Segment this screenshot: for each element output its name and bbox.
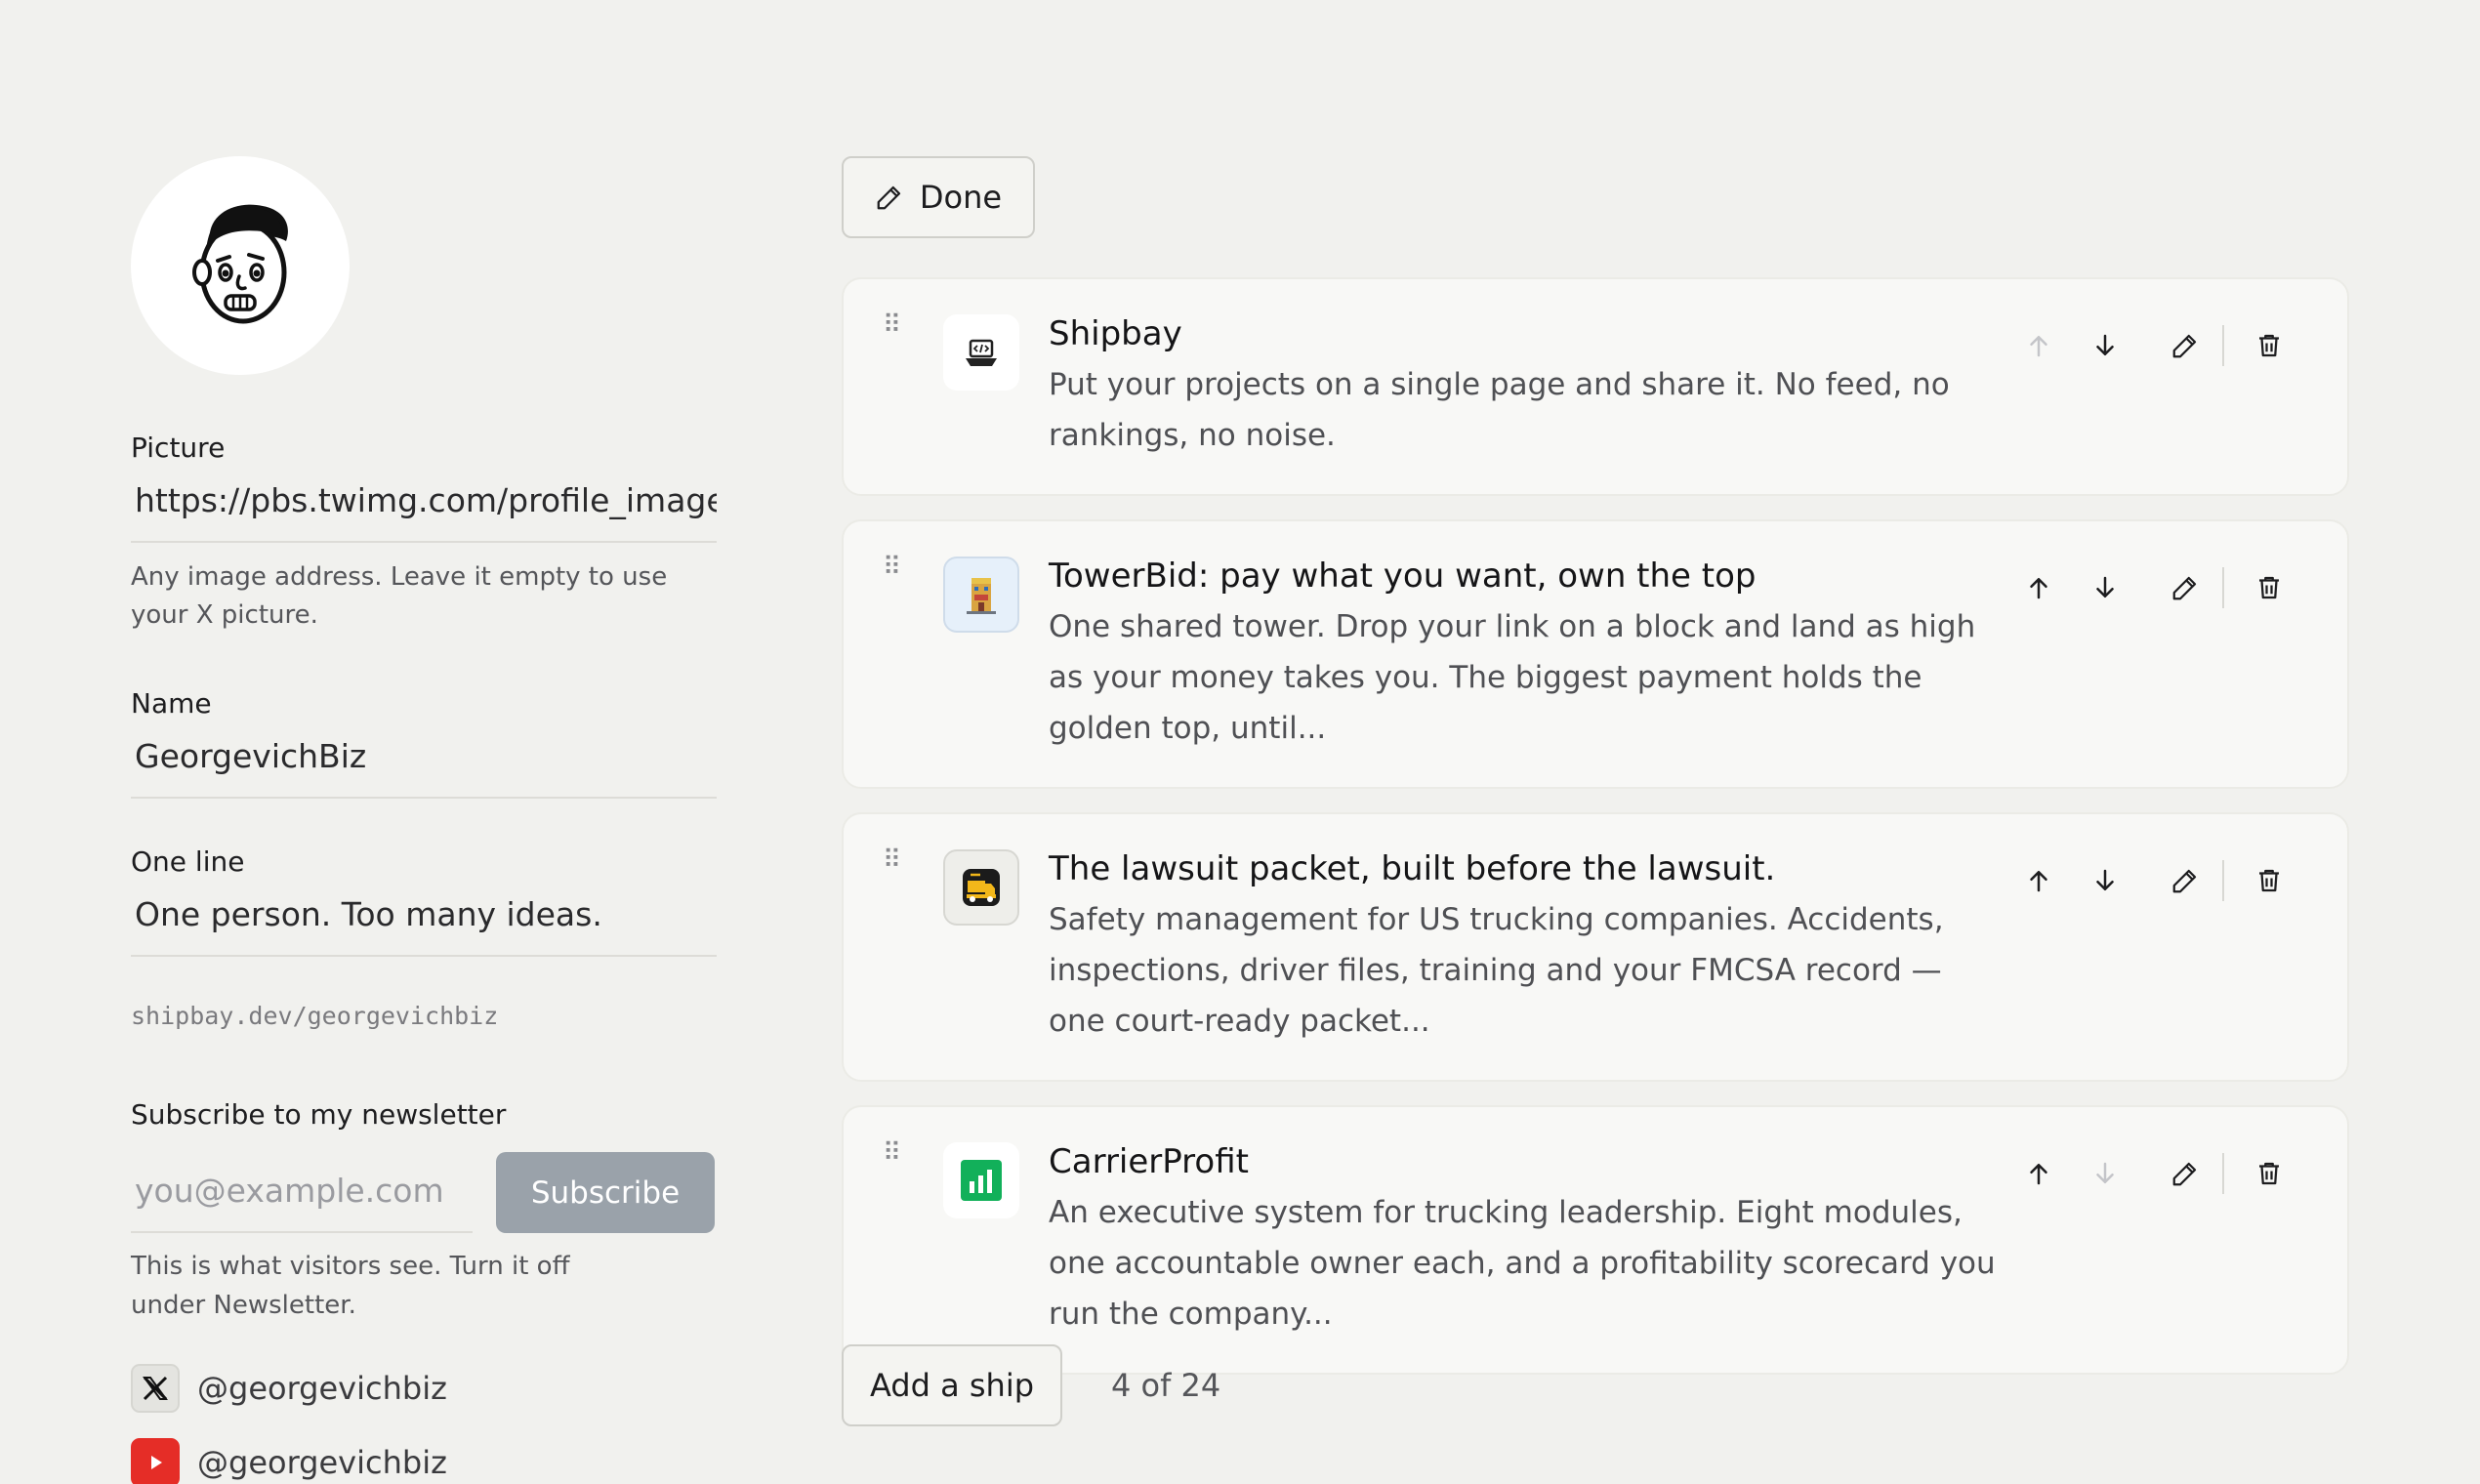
newsletter-hint: This is what visitors see. Turn it off u… <box>131 1252 570 1320</box>
move-down-button[interactable] <box>2072 324 2138 367</box>
arrow-down-icon <box>2096 334 2114 355</box>
ship-card: ⠿ TowerBid: pay what you want, own the t… <box>842 519 2349 789</box>
page-url[interactable]: shipbay.dev/georgevichbiz <box>131 1002 717 1030</box>
delete-button[interactable] <box>2236 1152 2302 1195</box>
ship-code-logo <box>943 314 1019 391</box>
edit-button[interactable] <box>2152 859 2218 902</box>
picture-url-input[interactable]: https://pbs.twimg.com/profile_images/2 <box>131 481 717 543</box>
ship-actions <box>2005 324 2302 367</box>
move-down-button[interactable] <box>2072 566 2138 609</box>
picture-hint: Any image address. Leave it empty to use… <box>131 562 668 630</box>
avatar[interactable] <box>131 156 350 375</box>
divider <box>2222 567 2224 608</box>
divider <box>2222 860 2224 901</box>
drag-handle-icon[interactable]: ⠿ <box>883 847 901 873</box>
move-up-button[interactable] <box>2005 566 2072 609</box>
trash-icon <box>2259 1162 2279 1185</box>
ship-description: An executive system for trucking leaders… <box>1049 1195 1996 1332</box>
arrow-down-icon <box>2096 1162 2114 1183</box>
arrow-down-icon <box>2096 869 2114 890</box>
subscribe-button[interactable]: Subscribe <box>496 1152 715 1233</box>
drag-handle-icon[interactable]: ⠿ <box>883 555 901 580</box>
divider <box>2222 325 2224 366</box>
ship-title: CarrierProfit <box>1049 1142 1249 1181</box>
move-up-button[interactable] <box>2005 324 2072 367</box>
trash-icon <box>2259 334 2279 357</box>
pencil-icon <box>877 186 901 210</box>
ship-title: Shipbay <box>1049 314 1182 353</box>
name-label: Name <box>131 687 212 720</box>
arrow-up-icon <box>2030 871 2047 892</box>
ship-description: Safety management for US trucking compan… <box>1049 902 1944 1039</box>
done-button[interactable]: Done <box>842 156 1035 238</box>
ship-actions <box>2005 566 2302 609</box>
drag-handle-icon[interactable]: ⠿ <box>883 312 901 338</box>
ship-description: One shared tower. Drop your link on a bl… <box>1049 609 1976 746</box>
edit-button[interactable] <box>2152 1152 2218 1195</box>
divider <box>2222 1153 2224 1194</box>
ship-title: TowerBid: pay what you want, own the top <box>1049 556 1757 596</box>
edit-button[interactable] <box>2152 324 2218 367</box>
pencil-icon <box>2172 576 2197 600</box>
delete-button[interactable] <box>2236 859 2302 902</box>
profile-panel: Picture https://pbs.twimg.com/profile_im… <box>131 156 717 1484</box>
newsletter-form: you@example.com Subscribe <box>131 1152 717 1233</box>
name-input[interactable]: GeorgevichBiz <box>131 737 717 799</box>
edit-button[interactable] <box>2152 566 2218 609</box>
one-line-label: One line <box>131 845 245 878</box>
youtube-icon <box>131 1438 180 1484</box>
delete-button[interactable] <box>2236 324 2302 367</box>
one-line-input[interactable]: One person. Too many ideas. <box>131 895 717 957</box>
pencil-icon <box>2172 1162 2197 1186</box>
cartoon-face-icon <box>192 204 288 324</box>
newsletter-title: Subscribe to my newsletter <box>131 1098 507 1131</box>
arrow-down-icon <box>2096 576 2114 598</box>
arrow-up-icon <box>2030 336 2047 357</box>
tower-logo <box>943 556 1019 633</box>
trash-icon <box>2259 869 2279 892</box>
move-up-button[interactable] <box>2005 1152 2072 1195</box>
pencil-icon <box>2172 869 2197 893</box>
bar-chart-logo <box>943 1142 1019 1218</box>
delete-button[interactable] <box>2236 566 2302 609</box>
trash-icon <box>2259 576 2279 599</box>
x-logo-icon <box>131 1364 180 1413</box>
truck-logo <box>943 849 1019 926</box>
social-handle: @georgevichbiz <box>197 1370 447 1407</box>
move-down-button[interactable] <box>2072 1152 2138 1195</box>
picture-label: Picture <box>131 432 226 464</box>
ship-count: 4 of 24 <box>1111 1367 1221 1404</box>
arrow-up-icon <box>2030 578 2047 599</box>
newsletter-email-input[interactable]: you@example.com <box>131 1172 473 1233</box>
social-handle: @georgevichbiz <box>197 1444 447 1481</box>
ship-card: ⠿ The lawsuit packet, built before the l… <box>842 812 2349 1082</box>
move-up-button[interactable] <box>2005 859 2072 902</box>
ship-actions <box>2005 859 2302 902</box>
social-link-x[interactable]: @georgevichbiz <box>131 1364 717 1413</box>
arrow-up-icon <box>2030 1164 2047 1185</box>
drag-handle-icon[interactable]: ⠿ <box>883 1140 901 1166</box>
move-down-button[interactable] <box>2072 859 2138 902</box>
ship-card: ⠿ CarrierProfit An executive system for … <box>842 1105 2349 1375</box>
ships-footer: Add a ship 4 of 24 <box>842 1344 1220 1426</box>
ship-card: ⠿ Shipbay Put your projects on a single … <box>842 277 2349 496</box>
done-label: Done <box>919 179 1003 216</box>
ship-title: The lawsuit packet, built before the law… <box>1049 849 1776 888</box>
ship-description: Put your projects on a single page and s… <box>1049 367 1950 453</box>
ship-actions <box>2005 1152 2302 1195</box>
add-ship-button[interactable]: Add a ship <box>842 1344 1062 1426</box>
pencil-icon <box>2172 334 2197 358</box>
social-link-youtube[interactable]: @georgevichbiz <box>131 1438 717 1484</box>
ships-list: ⠿ Shipbay Put your projects on a single … <box>842 277 2349 1398</box>
